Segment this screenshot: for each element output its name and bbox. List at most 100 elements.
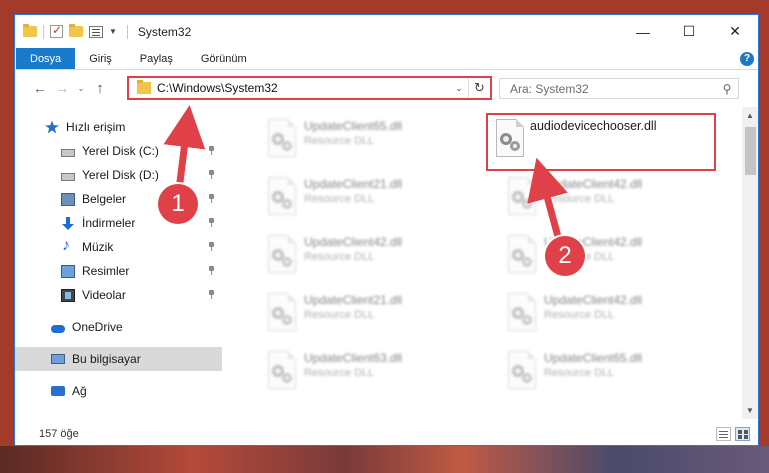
chevron-down-icon[interactable]: ▼ [109,27,117,36]
list-item[interactable]: UpdateClient65.dll Resource DLL [254,113,484,171]
scroll-up-arrow-icon[interactable]: ▲ [746,111,754,120]
sidebar-item-network[interactable]: Ağ [15,379,222,403]
step-1-badge: 1 [158,184,198,224]
list-item[interactable]: UpdateClient42.dll Resource DLL [494,287,724,345]
sidebar-item-label: Yerel Disk (D:) [82,168,159,182]
file-name: UpdateClient42.dll [544,293,643,307]
title-bar: ▼ System32 — ☐ ✕ [15,15,758,48]
file-description: Resource DLL [544,193,615,205]
dll-file-icon [502,235,538,279]
list-item[interactable]: UpdateClient63.dll Resource DLL [254,345,484,403]
help-button[interactable]: ? [736,48,758,69]
divider [126,24,128,39]
properties-check-icon[interactable] [50,23,63,38]
star-icon [45,120,59,134]
scroll-down-arrow-icon[interactable]: ▼ [746,406,754,415]
file-name: UpdateClient42.dll [544,177,643,191]
download-icon [61,216,75,230]
back-button[interactable]: ← [29,80,51,96]
close-button[interactable]: ✕ [712,15,758,48]
dll-file-icon [262,119,298,163]
minimize-button[interactable]: — [620,15,666,48]
sidebar-item-local-disk-c[interactable]: Yerel Disk (C:) [15,139,222,163]
cloud-icon [51,324,65,333]
list-item[interactable]: UpdateClient42.dll Resource DLL [494,171,724,229]
pin-icon [208,194,215,203]
sidebar-item-label: Resimler [82,264,130,278]
documents-icon [61,192,75,206]
sidebar-item-local-disk-d[interactable]: Yerel Disk (D:) [15,163,222,187]
dll-file-icon [262,293,298,337]
address-history-button[interactable]: ⌄ [450,83,468,94]
large-icons-view-icon[interactable] [735,427,750,441]
file-description: Resource DLL [304,367,375,379]
sidebar-item-label: İndirmeler [82,216,136,230]
pin-icon [208,218,215,227]
sidebar-item-quick-access[interactable]: Hızlı erişim [15,115,222,139]
dll-file-icon [502,351,538,395]
search-box[interactable]: Ara: System32 ⚲ [499,78,739,99]
sidebar-item-pictures[interactable]: Resimler [15,259,222,283]
navigation-pane: Hızlı erişim Yerel Disk (C:) Yerel Disk … [15,107,222,419]
list-item[interactable]: UpdateClient21.dll Resource DLL [254,287,484,345]
file-name: audiodevicechooser.dll [530,119,657,133]
help-icon: ? [740,51,754,66]
tab-home[interactable]: Giriş [75,48,126,69]
item-count: 157 öğe [39,428,79,440]
pin-icon [208,146,215,155]
list-item[interactable]: UpdateClient21.dll Resource DLL [254,171,484,229]
list-item[interactable]: UpdateClient42.dll Resource DLL [254,229,484,287]
view-switcher [716,427,750,441]
file-name: UpdateClient65.dll [544,351,643,365]
address-path[interactable]: C:\Windows\System32 [157,81,450,95]
address-row: ← → ⌄ ↑ C:\Windows\System32 ⌄ ↻ Ara: Sys… [15,70,758,106]
file-list: UpdateClient65.dll Resource DLL audiodev… [240,107,740,419]
new-folder-icon[interactable] [69,24,83,37]
search-input[interactable]: Ara: System32 [510,82,716,96]
details-view-icon[interactable] [716,427,731,441]
dll-file-icon [490,119,526,163]
list-item[interactable]: UpdateClient65.dll Resource DLL [494,345,724,403]
sidebar-item-this-pc[interactable]: Bu bilgisayar [15,347,222,371]
tab-file[interactable]: Dosya [16,48,76,69]
scrollbar-thumb[interactable] [745,127,756,175]
file-name: UpdateClient63.dll [304,351,403,365]
sidebar-item-onedrive[interactable]: OneDrive [15,315,222,339]
disk-icon [61,148,75,157]
window-controls: — ☐ ✕ [620,15,758,48]
list-item[interactable]: UpdateClient42.dll Resource DLL [494,229,724,287]
window-title: System32 [137,24,192,39]
dll-file-icon [502,293,538,337]
network-icon [51,386,65,396]
sidebar-item-music[interactable]: Müzik [15,235,222,259]
dll-file-icon [262,235,298,279]
tab-view[interactable]: Görünüm [187,48,261,69]
properties-icon[interactable] [89,25,103,38]
pin-icon [208,242,215,251]
sidebar-item-label: OneDrive [72,320,123,334]
recent-locations-button[interactable]: ⌄ [73,84,89,93]
up-button[interactable]: ↑ [89,80,111,97]
tab-share[interactable]: Paylaş [126,48,187,69]
computer-icon [51,354,65,364]
disk-icon [61,172,75,181]
file-explorer-window: ▼ System32 — ☐ ✕ Dosya Giriş Paylaş Görü… [14,14,759,446]
vertical-scrollbar[interactable]: ▲ ▼ [742,107,758,419]
forward-button[interactable]: → [51,80,73,96]
pictures-icon [61,264,75,278]
sidebar-item-videos[interactable]: Videolar [15,283,222,307]
address-bar[interactable]: C:\Windows\System32 ⌄ ↻ [127,76,492,100]
step-2-badge: 2 [545,236,585,276]
file-description: Resource DLL [544,367,615,379]
refresh-button[interactable]: ↻ [468,78,490,98]
highlighted-file-item[interactable]: audiodevicechooser.dll [486,113,716,171]
file-description: Resource DLL [304,251,375,263]
search-icon: ⚲ [722,81,732,96]
maximize-button[interactable]: ☐ [666,15,712,48]
file-name: UpdateClient65.dll [304,119,403,133]
dll-file-icon [502,177,538,221]
status-bar: 157 öğe [15,421,758,445]
folder-icon [137,80,151,94]
file-name: UpdateClient21.dll [304,177,403,191]
ribbon-tabs: Dosya Giriş Paylaş Görünüm ? [15,48,758,70]
